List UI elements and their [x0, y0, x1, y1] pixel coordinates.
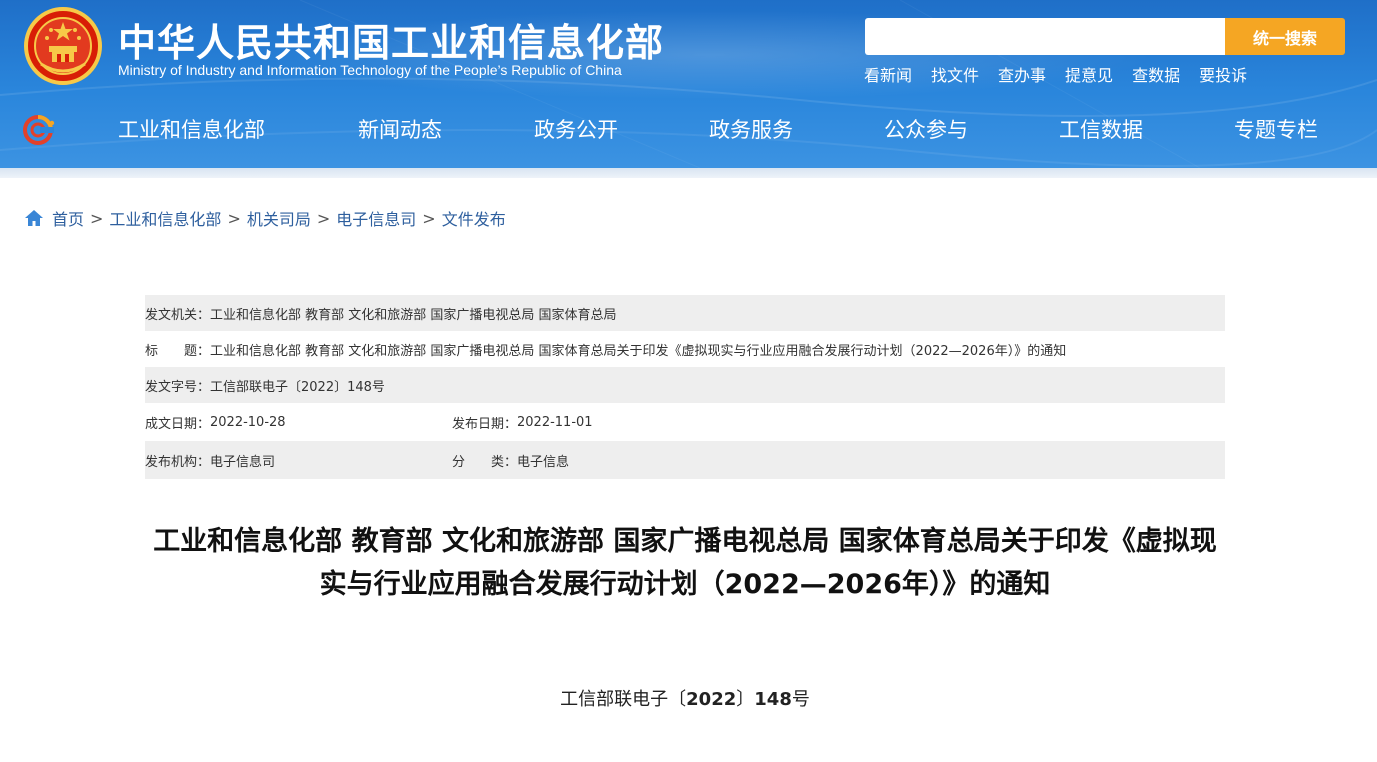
quick-link-feedback[interactable]: 提意见: [1065, 62, 1113, 86]
quick-links: 看新闻 找文件 查办事 提意见 查数据 要投诉: [864, 62, 1266, 86]
ministry-logo-icon[interactable]: [22, 114, 56, 146]
breadcrumb-separator: >: [422, 208, 436, 228]
breadcrumb-separator: >: [90, 208, 104, 228]
quick-link-services[interactable]: 查办事: [998, 62, 1046, 86]
site-header: 中华人民共和国工业和信息化部 Ministry of Industry and …: [0, 0, 1377, 168]
info-row-title: 标 题： 工业和信息化部 教育部 文化和旅游部 国家广播电视总局 国家体育总局关…: [145, 331, 1225, 367]
header-bottom-strip: [0, 168, 1377, 178]
title-value: 工业和信息化部 教育部 文化和旅游部 国家广播电视总局 国家体育总局关于印发《虚…: [210, 343, 1067, 359]
breadcrumb-file-release[interactable]: 文件发布: [442, 206, 506, 230]
issuer-label: 发文机关：: [145, 307, 211, 323]
info-row-doc-number: 发文字号： 工信部联电子〔2022〕148号: [145, 367, 1225, 403]
written-date-label: 成文日期：: [145, 416, 211, 432]
issuer-value: 工业和信息化部 教育部 文化和旅游部 国家广播电视总局 国家体育总局: [210, 307, 617, 323]
document-number: 工信部联电子〔2022〕148号: [0, 685, 1370, 711]
nav-item-topics[interactable]: 专题专栏: [1234, 114, 1318, 144]
nav-item-services[interactable]: 政务服务: [709, 114, 793, 144]
category-label: 分 类：: [452, 454, 518, 470]
quick-link-data[interactable]: 查数据: [1132, 62, 1180, 86]
written-date-value: 2022-10-28: [210, 414, 286, 430]
doc-number-year: 2022: [686, 689, 737, 710]
breadcrumb: 首页 > 工业和信息化部 > 机关司局 > 电子信息司 > 文件发布: [24, 206, 506, 230]
nav-item-data[interactable]: 工信数据: [1059, 114, 1143, 144]
doc-number-prefix: 工信部联电子〔: [560, 689, 687, 710]
nav-item-news[interactable]: 新闻动态: [358, 114, 442, 144]
breadcrumb-electronics-dept[interactable]: 电子信息司: [336, 206, 416, 230]
document-title: 工业和信息化部 教育部 文化和旅游部 国家广播电视总局 国家体育总局关于印发《虚…: [153, 526, 1217, 600]
quick-link-news[interactable]: 看新闻: [864, 62, 912, 86]
breadcrumb-home[interactable]: 首页: [52, 206, 84, 230]
breadcrumb-ministry[interactable]: 工业和信息化部: [109, 206, 221, 230]
info-row-publisher: 发布机构： 电子信息司 分 类： 电子信息: [145, 441, 1225, 479]
publish-date-label: 发布日期：: [452, 416, 518, 432]
publisher-label: 发布机构：: [145, 454, 211, 470]
document-info-table: 发文机关： 工业和信息化部 教育部 文化和旅游部 国家广播电视总局 国家体育总局…: [145, 295, 1225, 479]
search-input[interactable]: [865, 18, 1225, 55]
doc-number-seq: 148: [754, 689, 792, 710]
search-button[interactable]: 统一搜索: [1225, 18, 1345, 55]
breadcrumb-departments[interactable]: 机关司局: [247, 206, 311, 230]
nav-item-ministry[interactable]: 工业和信息化部: [118, 114, 265, 144]
doc-number-label: 发文字号：: [145, 379, 211, 395]
national-emblem-icon: [24, 7, 102, 85]
nav-item-participation[interactable]: 公众参与: [884, 114, 968, 144]
breadcrumb-separator: >: [227, 208, 241, 228]
publisher-value: 电子信息司: [210, 454, 276, 470]
home-icon[interactable]: [24, 208, 44, 228]
category-value: 电子信息: [517, 454, 570, 470]
info-row-issuer: 发文机关： 工业和信息化部 教育部 文化和旅游部 国家广播电视总局 国家体育总局: [145, 295, 1225, 331]
nav-item-disclosure[interactable]: 政务公开: [534, 114, 618, 144]
doc-number-value: 工信部联电子〔2022〕148号: [210, 379, 385, 395]
site-subtitle: Ministry of Industry and Information Tec…: [118, 62, 622, 78]
doc-number-mid: 〕: [736, 689, 755, 710]
doc-number-suffix: 号: [791, 689, 810, 710]
quick-link-complaint[interactable]: 要投诉: [1199, 62, 1247, 86]
publish-date-value: 2022-11-01: [517, 414, 593, 430]
title-label: 标 题：: [145, 343, 211, 359]
site-title[interactable]: 中华人民共和国工业和信息化部: [118, 12, 664, 67]
breadcrumb-separator: >: [316, 208, 331, 228]
info-row-dates: 成文日期： 2022-10-28 发布日期： 2022-11-01: [145, 403, 1225, 441]
quick-link-files[interactable]: 找文件: [931, 62, 979, 86]
